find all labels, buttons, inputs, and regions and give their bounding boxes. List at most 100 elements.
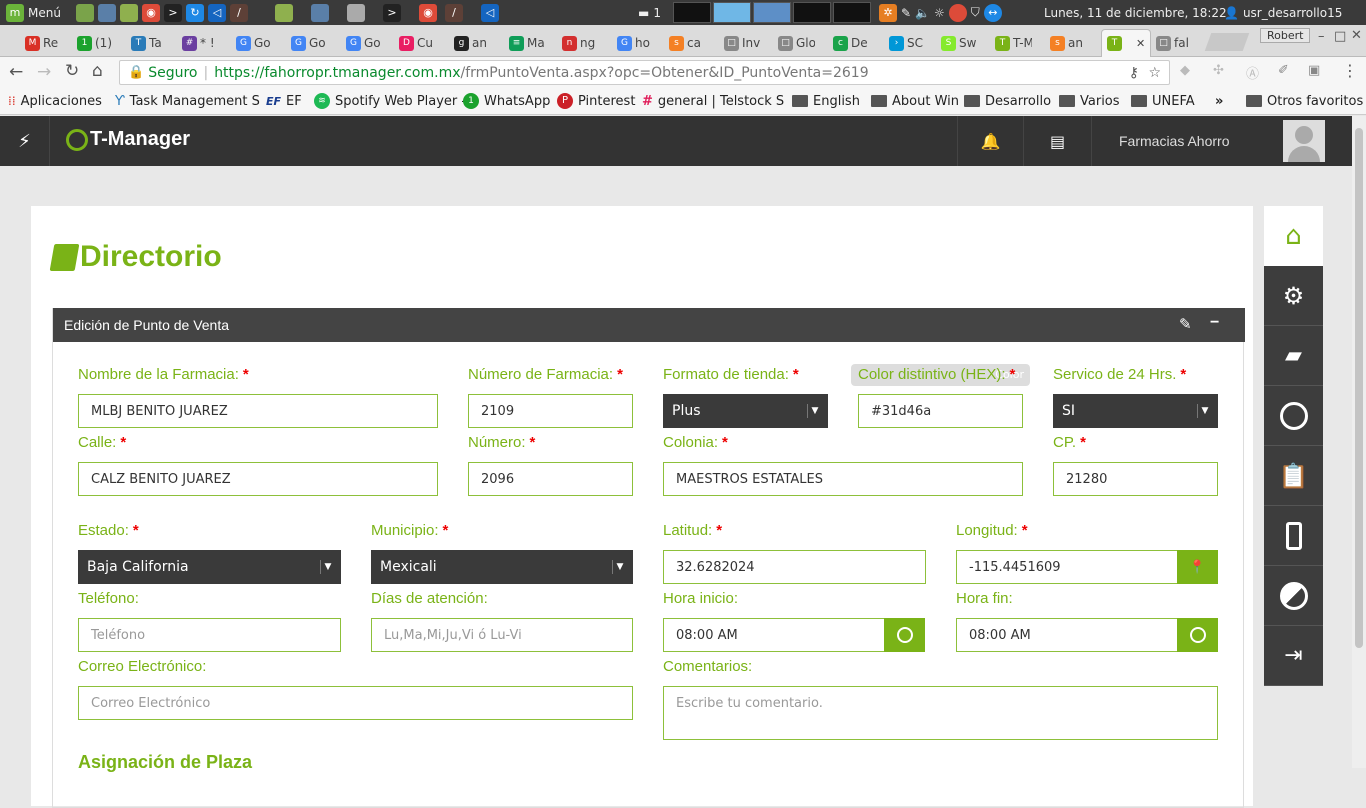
window-gimp-icon[interactable]: / bbox=[445, 3, 463, 22]
bookmark-pinterest[interactable]: P Pinterest bbox=[557, 91, 635, 111]
nombre-input[interactable]: MLBJ BENITO JUAREZ bbox=[78, 394, 438, 428]
chat-icon[interactable]: ▬ bbox=[638, 6, 649, 20]
numero-input[interactable]: 2096 bbox=[468, 462, 633, 496]
browser-tab[interactable]: s an bbox=[1045, 29, 1087, 57]
menu-button[interactable]: m Menú bbox=[6, 3, 61, 22]
gear-nav-icon[interactable]: ⚙ bbox=[1264, 266, 1323, 326]
browser-tab[interactable]: c De bbox=[828, 29, 870, 57]
dashboard-nav-icon[interactable] bbox=[1264, 386, 1323, 446]
close-window-button[interactable]: ✕ bbox=[1351, 28, 1362, 43]
user-menu[interactable]: 👤 usr_desarrollo15 bbox=[1224, 3, 1342, 22]
latitud-input[interactable]: 32.6282024 bbox=[663, 550, 926, 584]
browser-tab[interactable]: T ✕ bbox=[1101, 29, 1151, 57]
bookmark-task[interactable]: Ƴ Task Management S bbox=[115, 91, 260, 111]
calle-input[interactable]: CALZ BENITO JUAREZ bbox=[78, 462, 438, 496]
browser-tab[interactable]: □ fal bbox=[1151, 29, 1193, 57]
logout-nav-icon[interactable]: ⇥ bbox=[1264, 626, 1323, 686]
chrome-icon[interactable]: ◉ bbox=[142, 3, 160, 22]
browser-tab[interactable]: G Go bbox=[286, 29, 328, 57]
forward-icon[interactable]: → bbox=[37, 62, 51, 82]
comentarios-textarea[interactable]: Escribe tu comentario. bbox=[663, 686, 1218, 740]
back-icon[interactable]: ← bbox=[9, 62, 23, 82]
browser-tab[interactable]: n ng bbox=[557, 29, 599, 57]
map-marker-button[interactable]: 📍 bbox=[1177, 550, 1218, 584]
settings-tray-icon[interactable]: ✲ bbox=[879, 3, 897, 22]
edit-pencil-icon[interactable]: ✎ bbox=[1179, 315, 1192, 333]
color-input[interactable]: #31d46a bbox=[858, 394, 1023, 428]
bookmark-whatsapp[interactable]: 1 WhatsApp bbox=[463, 91, 550, 111]
browser-tab[interactable]: □ Glo bbox=[773, 29, 815, 57]
browser-tab[interactable]: G Go bbox=[341, 29, 383, 57]
news-icon[interactable]: ▤ bbox=[1023, 116, 1091, 166]
colonia-input[interactable]: MAESTROS ESTATALES bbox=[663, 462, 1023, 496]
browser-tab[interactable]: T T-M bbox=[990, 29, 1032, 57]
extension-icon[interactable]: ✣ bbox=[1213, 63, 1224, 78]
browser-tab[interactable]: D Cu bbox=[394, 29, 436, 57]
bookmark-ef[interactable]: EF EF bbox=[266, 91, 302, 111]
hora-fin-input[interactable]: 08:00 AM bbox=[956, 618, 1178, 652]
servicio24-select[interactable]: SI ▼ bbox=[1053, 394, 1218, 428]
window-editor-icon[interactable] bbox=[347, 3, 365, 22]
window-files-icon[interactable] bbox=[275, 3, 293, 22]
minimize-button[interactable]: – bbox=[1318, 29, 1325, 44]
bookmark-unefa[interactable]: UNEFA bbox=[1131, 91, 1195, 111]
hora-inicio-clock-button[interactable] bbox=[884, 618, 925, 652]
bookmarks-overflow[interactable]: » bbox=[1215, 91, 1223, 111]
browser-tab[interactable]: g an bbox=[449, 29, 491, 57]
brightness-icon[interactable]: ☼ bbox=[934, 6, 945, 20]
volume-icon[interactable]: 🔈 bbox=[915, 6, 930, 20]
key-icon[interactable]: ⚷ bbox=[1129, 65, 1139, 81]
maximize-button[interactable]: □ bbox=[1334, 29, 1346, 44]
chrome-menu-icon[interactable]: ⋮ bbox=[1342, 61, 1358, 80]
window-terminal-icon[interactable]: > bbox=[383, 3, 401, 22]
municipio-select[interactable]: Mexicali ▼ bbox=[371, 550, 633, 584]
bookmark-varios[interactable]: Varios bbox=[1059, 91, 1120, 111]
company-name[interactable]: Farmacias Ahorro bbox=[1091, 116, 1261, 166]
browser-tab[interactable]: S Sw bbox=[936, 29, 978, 57]
shield-tray-icon[interactable]: ⛉ bbox=[971, 5, 980, 20]
window-chrome-icon[interactable]: ◉ bbox=[419, 3, 437, 22]
bookmark-english[interactable]: English bbox=[792, 91, 860, 111]
hora-fin-clock-button[interactable] bbox=[1177, 618, 1218, 652]
vscode-icon[interactable]: ◁ bbox=[208, 3, 226, 22]
dropbox-ext-icon[interactable]: ◆ bbox=[1180, 63, 1190, 78]
book-nav-icon[interactable]: ▰ bbox=[1264, 326, 1323, 386]
browser-tab[interactable]: s ca bbox=[664, 29, 706, 57]
browser-tab[interactable]: 1 (1) bbox=[72, 29, 114, 57]
window-app-icon[interactable] bbox=[311, 3, 329, 22]
bell-icon[interactable]: 🔔 bbox=[957, 116, 1023, 166]
app-launcher-icon[interactable] bbox=[98, 3, 116, 22]
profile-badge[interactable]: Robert bbox=[1260, 28, 1311, 43]
home-icon[interactable]: ⌂ bbox=[92, 61, 103, 81]
gimp-icon[interactable]: / bbox=[230, 3, 248, 22]
clock[interactable]: Lunes, 11 de diciembre, 18:22 bbox=[1044, 3, 1227, 22]
hora-inicio-input[interactable]: 08:00 AM bbox=[663, 618, 885, 652]
telefono-input[interactable]: Teléfono bbox=[78, 618, 341, 652]
bookmark-about-win[interactable]: About Win bbox=[871, 91, 959, 111]
window-vscode-icon[interactable]: ◁ bbox=[481, 3, 499, 22]
cp-input[interactable]: 21280 bbox=[1053, 462, 1218, 496]
numero-farmacia-input[interactable]: 2109 bbox=[468, 394, 633, 428]
url-field[interactable]: 🔒 Seguro | https://fahorropr.tmanager.co… bbox=[119, 60, 1170, 85]
chrome-tray-icon[interactable] bbox=[948, 3, 967, 22]
bookmark-apps[interactable]: ⁞⁞ Aplicaciones bbox=[8, 91, 102, 111]
clipboard-nav-icon[interactable]: 📋 bbox=[1264, 446, 1323, 506]
adblock-ext-icon[interactable]: Ⓐ bbox=[1246, 63, 1259, 82]
browser-tab[interactable]: # * ! bbox=[177, 29, 219, 57]
close-tab-icon[interactable]: ✕ bbox=[1136, 37, 1145, 50]
longitud-input[interactable]: -115.4451609 bbox=[956, 550, 1178, 584]
magic-wand-icon[interactable]: ⚡ bbox=[0, 116, 50, 166]
browser-tab[interactable]: G Go bbox=[231, 29, 273, 57]
home-nav-icon[interactable]: ⌂ bbox=[1264, 206, 1323, 266]
reload-icon[interactable]: ↻ bbox=[65, 61, 79, 81]
terminal-icon[interactable]: > bbox=[164, 3, 182, 22]
mobile-nav-icon[interactable] bbox=[1264, 506, 1323, 566]
files-icon[interactable] bbox=[120, 3, 138, 22]
pie-chart-nav-icon[interactable] bbox=[1264, 566, 1323, 626]
page-scrollbar[interactable] bbox=[1352, 116, 1366, 768]
scrollbar-thumb[interactable] bbox=[1355, 128, 1363, 648]
browser-tab[interactable]: › SC bbox=[884, 29, 926, 57]
brand-logo[interactable]: T-Manager bbox=[66, 128, 190, 151]
formato-select[interactable]: Plus ▼ bbox=[663, 394, 828, 428]
bookmark-spotify[interactable]: ≋ Spotify Web Player - bbox=[314, 91, 466, 111]
